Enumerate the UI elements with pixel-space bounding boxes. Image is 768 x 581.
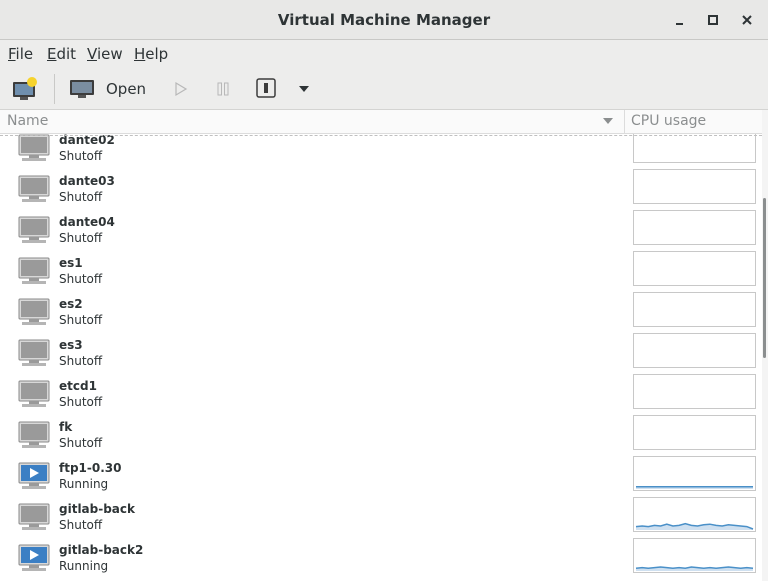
cpu-usage-area xyxy=(636,523,753,530)
vm-status: Shutoff xyxy=(59,518,103,532)
new-vm-icon xyxy=(13,77,37,100)
vm-status: Running xyxy=(59,477,109,491)
column-cpu-header[interactable]: CPU usage xyxy=(631,113,706,129)
window-title: Virtual Machine Manager xyxy=(277,11,491,29)
vm-name: fk xyxy=(59,420,73,434)
menu-edit[interactable]: Edit xyxy=(47,45,76,63)
vm-shutoff-icon xyxy=(18,421,50,449)
vm-status: Shutoff xyxy=(59,436,103,450)
cpu-usage-graph xyxy=(633,292,756,327)
chevron-down-icon xyxy=(299,86,309,92)
vm-row[interactable]: ftp1-0.30 Running xyxy=(0,452,762,493)
vm-name: gitlab-back2 xyxy=(59,543,144,557)
cpu-usage-graph xyxy=(633,333,756,368)
vm-shutoff-icon xyxy=(18,503,50,531)
vm-name: dante03 xyxy=(59,174,115,188)
cpu-usage-graph xyxy=(633,497,756,532)
vm-row[interactable]: es2 Shutoff xyxy=(0,288,762,329)
menu-file[interactable]: File xyxy=(8,45,33,63)
cpu-usage-line xyxy=(635,566,754,569)
drop-indicator xyxy=(0,135,762,136)
vm-name: es1 xyxy=(59,256,83,270)
toolbar: Open xyxy=(0,68,768,110)
vm-shutoff-icon xyxy=(18,257,50,285)
vm-row[interactable]: dante04 Shutoff xyxy=(0,206,762,247)
cpu-usage-graph xyxy=(633,415,756,450)
vm-name: gitlab-back xyxy=(59,502,136,516)
vm-shutoff-icon xyxy=(18,216,50,244)
pause-icon xyxy=(217,82,229,96)
vm-name: etcd1 xyxy=(59,379,97,393)
vm-row[interactable]: gitlab-back Shutoff xyxy=(0,493,762,534)
vm-shutoff-icon xyxy=(18,175,50,203)
vm-status: Shutoff xyxy=(59,231,103,245)
vm-name: dante04 xyxy=(59,215,115,229)
close-icon xyxy=(742,15,752,25)
open-label: Open xyxy=(106,80,147,98)
play-icon xyxy=(175,81,188,97)
vm-shutoff-icon xyxy=(18,298,50,326)
vm-name: es3 xyxy=(59,338,83,352)
pause-button[interactable] xyxy=(211,77,235,101)
minimize-button[interactable] xyxy=(670,10,690,30)
cpu-usage-graph xyxy=(633,210,756,245)
vm-name: ftp1-0.30 xyxy=(59,461,122,475)
vm-list[interactable]: dante02 Shutoff dante03 Shutoff dante04 Shuto… xyxy=(0,124,762,581)
vm-status: Shutoff xyxy=(59,190,103,204)
column-name-header[interactable]: Name xyxy=(7,113,48,129)
vm-shutoff-icon xyxy=(18,134,50,162)
scrollbar-thumb[interactable] xyxy=(763,198,766,358)
vm-row[interactable]: fk Shutoff xyxy=(0,411,762,452)
shutdown-button[interactable] xyxy=(254,76,278,100)
vm-running-icon xyxy=(18,544,50,572)
maximize-icon xyxy=(708,15,718,25)
vm-row[interactable]: es1 Shutoff xyxy=(0,247,762,288)
menu-help[interactable]: Help xyxy=(134,45,168,63)
maximize-button[interactable] xyxy=(703,10,723,30)
monitor-icon xyxy=(70,80,94,98)
cpu-usage-graph xyxy=(633,538,756,573)
open-button[interactable]: Open xyxy=(68,75,150,103)
vm-shutoff-icon xyxy=(18,380,50,408)
list-header: Name CPU usage xyxy=(0,110,768,134)
shutdown-menu-button[interactable] xyxy=(294,79,314,99)
cpu-usage-graph xyxy=(633,374,756,409)
vm-shutoff-icon xyxy=(18,339,50,367)
vm-row[interactable]: es3 Shutoff xyxy=(0,329,762,370)
column-divider xyxy=(624,110,625,134)
vm-status: Shutoff xyxy=(59,354,103,368)
vm-status: Shutoff xyxy=(59,149,103,163)
cpu-usage-graph xyxy=(633,251,756,286)
vm-status: Shutoff xyxy=(59,272,103,286)
toolbar-separator xyxy=(54,74,55,104)
vm-row[interactable]: etcd1 Shutoff xyxy=(0,370,762,411)
close-button[interactable] xyxy=(737,10,757,30)
vm-running-icon xyxy=(18,462,50,490)
menu-view[interactable]: View xyxy=(87,45,123,63)
title-bar: Virtual Machine Manager xyxy=(0,0,768,40)
vertical-scrollbar[interactable] xyxy=(762,110,768,581)
vm-row[interactable]: gitlab-back2 Running xyxy=(0,534,762,575)
vm-status: Shutoff xyxy=(59,313,103,327)
new-vm-button[interactable] xyxy=(10,75,40,103)
vm-name: es2 xyxy=(59,297,83,311)
sort-arrow-icon[interactable] xyxy=(603,118,613,124)
cpu-usage-graph xyxy=(633,456,756,491)
minimize-icon xyxy=(676,23,683,25)
vm-status: Shutoff xyxy=(59,395,103,409)
run-button[interactable] xyxy=(168,77,192,101)
cpu-usage-graph xyxy=(633,169,756,204)
shutdown-icon xyxy=(256,78,276,98)
vm-status: Running xyxy=(59,559,109,573)
menu-bar: File Edit View Help xyxy=(0,40,768,68)
vm-row[interactable]: dante03 Shutoff xyxy=(0,165,762,206)
